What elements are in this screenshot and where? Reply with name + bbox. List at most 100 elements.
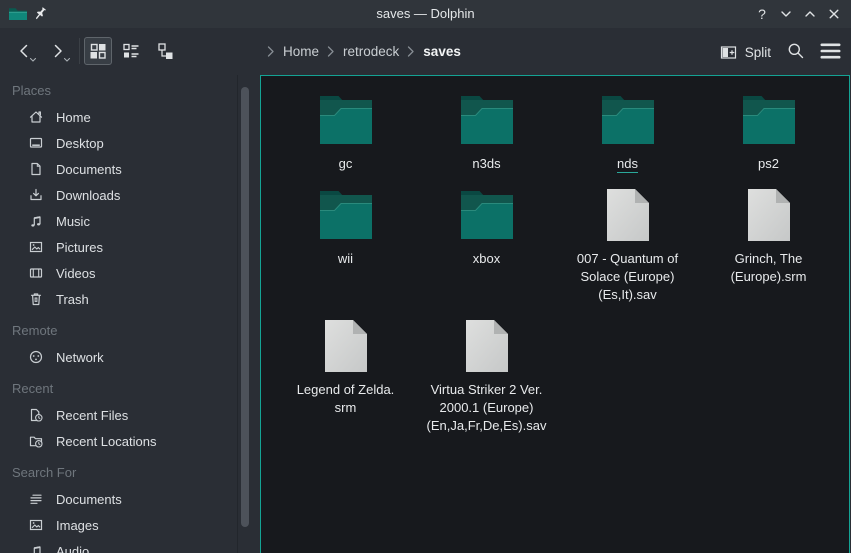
- hamburger-menu-button[interactable]: [818, 39, 842, 63]
- sidebar-item-downloads[interactable]: Downloads: [0, 182, 260, 208]
- sidebar-item-label: Audio: [56, 544, 89, 553]
- toolbar-separator: [79, 38, 80, 64]
- sidebar-item-label: Trash: [56, 292, 89, 307]
- close-button[interactable]: [825, 5, 843, 23]
- trash-icon: [28, 291, 44, 307]
- sidebar-item-label: Downloads: [56, 188, 120, 203]
- item-label: Grinch, The (Europe).srm: [731, 250, 807, 286]
- sidebar-item-documents[interactable]: Documents: [0, 486, 260, 512]
- split-button[interactable]: Split: [720, 37, 771, 67]
- file-item[interactable]: 007 - Quantum of Solace (Europe) (Es,It)…: [557, 187, 698, 304]
- folder-item[interactable]: nds: [557, 92, 698, 173]
- folder-icon: [458, 187, 516, 243]
- sidebar-item-label: Recent Files: [56, 408, 128, 423]
- download-icon: [28, 187, 44, 203]
- sidebar-item-label: Recent Locations: [56, 434, 156, 449]
- tree-view-icon: [156, 42, 174, 60]
- search-button[interactable]: [784, 39, 808, 63]
- document-icon: [28, 161, 44, 177]
- sidebar-item-recent-files[interactable]: Recent Files: [0, 402, 260, 428]
- item-label: gc: [339, 155, 353, 173]
- desktop-icon: [28, 135, 44, 151]
- sidebar-item-label: Images: [56, 518, 99, 533]
- breadcrumb-item-home[interactable]: Home: [283, 44, 319, 59]
- sidebar-item-label: Network: [56, 350, 104, 365]
- image-icon: [28, 239, 44, 255]
- file-icon: [464, 318, 510, 374]
- section-header-recent: Recent: [0, 376, 260, 402]
- music-note-icon: [28, 543, 44, 553]
- sidebar-item-videos[interactable]: Videos: [0, 260, 260, 286]
- minimize-button[interactable]: [777, 5, 795, 23]
- chevron-down-icon: [29, 57, 37, 63]
- text-lines-icon: [28, 491, 44, 507]
- help-button[interactable]: ?: [753, 5, 771, 23]
- folder-item[interactable]: gc: [275, 92, 416, 173]
- folder-icon: [599, 92, 657, 148]
- folder-icon: [317, 92, 375, 148]
- file-item[interactable]: Virtua Striker 2 Ver. 2000.1 (Europe) (E…: [416, 318, 557, 435]
- details-view-button[interactable]: [117, 37, 145, 65]
- item-label: nds: [617, 155, 638, 173]
- folder-view[interactable]: gc n3ds nds ps2 wii xbox 007 - Quantum of Sola…: [260, 75, 850, 553]
- file-icon: [605, 187, 651, 243]
- folder-item[interactable]: n3ds: [416, 92, 557, 173]
- breadcrumb-item-saves[interactable]: saves: [423, 44, 461, 59]
- sidebar-item-pictures[interactable]: Pictures: [0, 234, 260, 260]
- item-label: Virtua Striker 2 Ver. 2000.1 (Europe) (E…: [427, 381, 547, 435]
- maximize-button[interactable]: [801, 5, 819, 23]
- sidebar-scrollbar[interactable]: [241, 87, 249, 527]
- main-toolbar: Home retrodeck saves Split: [0, 28, 851, 75]
- film-icon: [28, 265, 44, 281]
- item-label: wii: [338, 250, 353, 268]
- sidebar-item-recent-locations[interactable]: Recent Locations: [0, 428, 260, 454]
- sidebar-item-home[interactable]: Home: [0, 104, 260, 130]
- chevron-down-icon: [63, 57, 71, 63]
- file-icon: [746, 187, 792, 243]
- titlebar[interactable]: saves — Dolphin ?: [0, 0, 851, 28]
- file-item[interactable]: Grinch, The (Europe).srm: [698, 187, 839, 304]
- sidebar-item-trash[interactable]: Trash: [0, 286, 260, 312]
- sidebar-item-desktop[interactable]: Desktop: [0, 130, 260, 156]
- sidebar-item-label: Pictures: [56, 240, 103, 255]
- folder-item[interactable]: ps2: [698, 92, 839, 173]
- breadcrumb: Home retrodeck saves: [262, 28, 464, 75]
- sidebar-item-label: Home: [56, 110, 91, 125]
- hamburger-menu-icon: [820, 42, 841, 60]
- sidebar-item-audio[interactable]: Audio: [0, 538, 260, 553]
- dolphin-window: saves — Dolphin ?: [0, 0, 851, 553]
- chevron-right-icon: [327, 45, 335, 58]
- forward-button[interactable]: [44, 37, 72, 65]
- search-icon: [786, 41, 806, 61]
- network-icon: [28, 349, 44, 365]
- item-label: xbox: [473, 250, 500, 268]
- sidebar-item-music[interactable]: Music: [0, 208, 260, 234]
- item-label: ps2: [758, 155, 779, 173]
- folder-item[interactable]: xbox: [416, 187, 557, 304]
- item-label: 007 - Quantum of Solace (Europe) (Es,It)…: [577, 250, 678, 304]
- section-header-places: Places: [0, 78, 260, 104]
- sidebar-item-label: Music: [56, 214, 90, 229]
- sidebar-item-network[interactable]: Network: [0, 344, 260, 370]
- tree-view-button[interactable]: [151, 37, 179, 65]
- breadcrumb-item-retrodeck[interactable]: retrodeck: [343, 44, 399, 59]
- places-panel: Places Home Desktop Documents Downloads Music…: [0, 75, 260, 553]
- section-header-remote: Remote: [0, 318, 260, 344]
- back-button[interactable]: [10, 37, 38, 65]
- item-label: n3ds: [472, 155, 500, 173]
- sidebar-item-documents[interactable]: Documents: [0, 156, 260, 182]
- music-note-icon: [28, 213, 44, 229]
- sidebar-item-images[interactable]: Images: [0, 512, 260, 538]
- file-grid: gc n3ds nds ps2 wii xbox 007 - Quantum of Sola…: [261, 76, 849, 435]
- sidebar-item-label: Documents: [56, 492, 122, 507]
- recent-files-icon: [28, 407, 44, 423]
- folder-icon: [740, 92, 798, 148]
- folder-item[interactable]: wii: [275, 187, 416, 304]
- icons-view-button[interactable]: [84, 37, 112, 65]
- window-title: saves — Dolphin: [0, 0, 851, 28]
- split-view-icon: [720, 44, 737, 61]
- file-item[interactable]: Legend of Zelda. srm: [275, 318, 416, 435]
- sidebar-item-label: Desktop: [56, 136, 104, 151]
- sidebar-item-label: Documents: [56, 162, 122, 177]
- details-view-icon: [122, 42, 140, 60]
